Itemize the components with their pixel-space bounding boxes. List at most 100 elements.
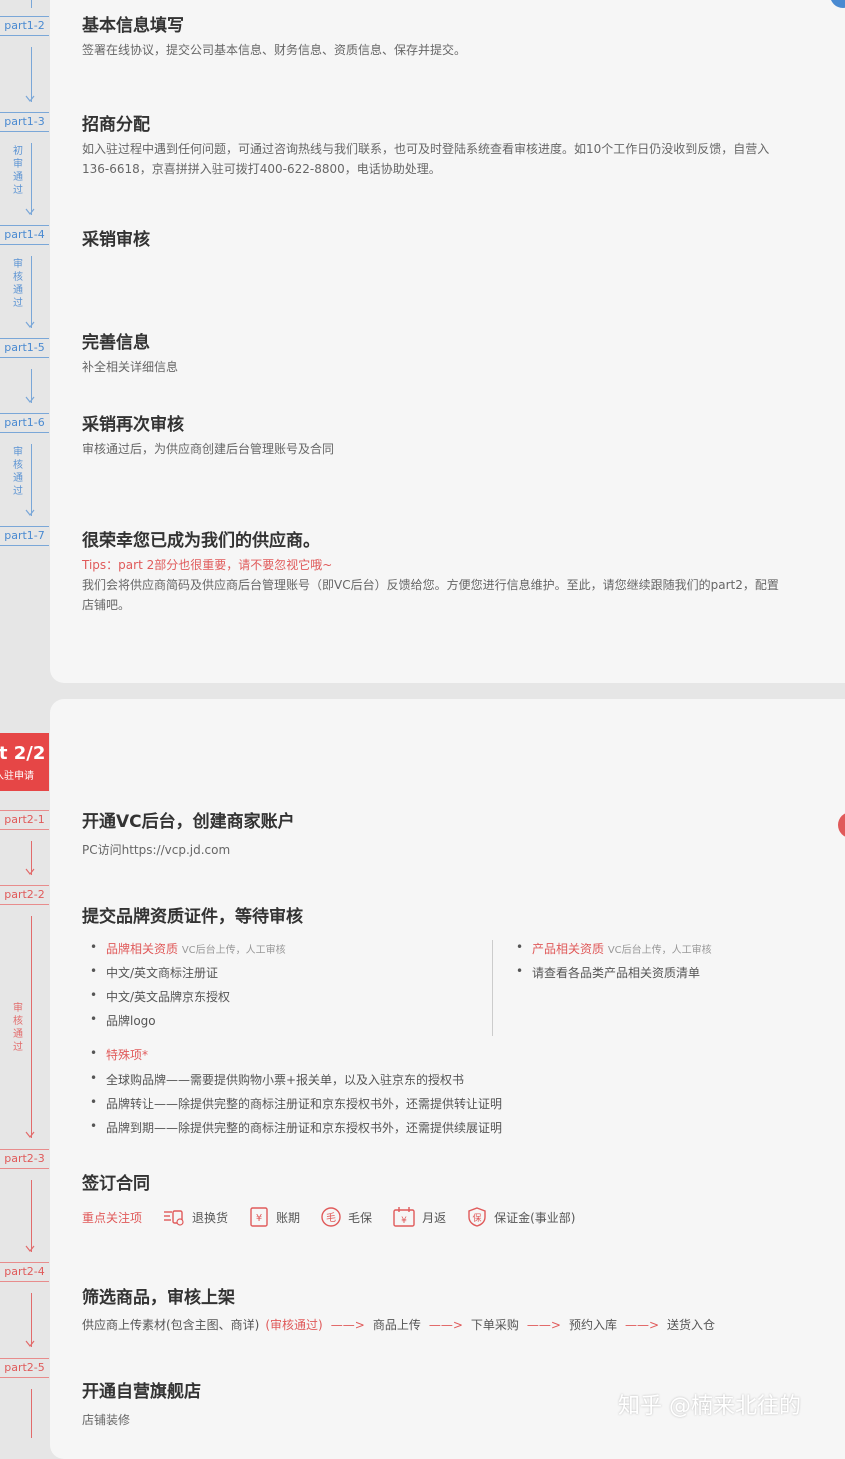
- section-title: 采销审核: [82, 230, 150, 250]
- section-title: 采销再次审核: [82, 415, 184, 435]
- section-desc: 店铺吧。: [82, 598, 131, 612]
- section-title: 基本信息填写: [82, 16, 184, 36]
- connector-text: 审核通过: [13, 447, 23, 497]
- down-arrow-icon: [25, 868, 35, 875]
- part2-badge[interactable]: rt 2/2 入驻申请: [0, 733, 49, 791]
- flow-step: 预约入库: [568, 1318, 617, 1332]
- svg-text:¥: ¥: [401, 1216, 407, 1226]
- connector: 初审通过: [0, 143, 49, 215]
- flow-start: 供应商上传素材(包含主图、商详): [82, 1318, 260, 1332]
- flow-step: 送货入仓: [667, 1318, 716, 1332]
- part-label: part2-1: [0, 810, 49, 830]
- list-item: 产品相关资质 VC后台上传，人工审核: [516, 940, 712, 957]
- focus-label: 重点关注项: [82, 1210, 143, 1225]
- list-item-text: 全球购品牌——需要提供购物小票+报关单，以及入驻京东的授权书: [106, 1073, 465, 1087]
- contract-item-label: 退换货: [192, 1210, 229, 1225]
- flow-step: 下单采购: [470, 1318, 519, 1332]
- section-desc: PC访问https://vcp.jd.com: [82, 843, 231, 857]
- connector-text: 审核通过: [13, 1003, 23, 1053]
- down-arrow-icon: [25, 1340, 35, 1347]
- part-label: part1-4: [0, 225, 49, 245]
- return-goods-icon: [164, 1210, 184, 1226]
- list-item: 全球购品牌——需要提供购物小票+报关单，以及入驻京东的授权书: [90, 1071, 465, 1088]
- list-item: 品牌logo: [90, 1012, 156, 1029]
- list-item: 中文/英文商标注册证: [90, 964, 219, 981]
- down-arrow-icon: [25, 95, 35, 102]
- special-head: 特殊项*: [106, 1048, 149, 1062]
- connector: [0, 1180, 49, 1252]
- connector: [0, 1389, 49, 1438]
- svg-text:保: 保: [473, 1212, 482, 1224]
- contract-item-label: 账期: [276, 1210, 301, 1225]
- down-arrow-icon: [25, 208, 35, 215]
- part-label: part1-3: [0, 112, 49, 132]
- section-title: 筛选商品，审核上架: [82, 1288, 235, 1308]
- connector: [0, 841, 49, 875]
- section-desc: 如入驻过程中遇到任何问题，可通过咨询热线与我们联系，也可及时登陆系统查看审核进度…: [82, 142, 770, 156]
- section-desc: 审核通过后，为供应商创建后台管理账号及合同: [82, 442, 335, 456]
- contract-item-period: ¥ 账期: [248, 1206, 300, 1228]
- list-item: 品牌到期——除提供完整的商标注册证和京东授权书外，还需提供续展证明: [90, 1119, 503, 1136]
- connector-text: 初审通过: [13, 146, 23, 196]
- section-title: 开通自营旗舰店: [82, 1382, 201, 1402]
- list-item: 特殊项*: [90, 1046, 149, 1063]
- section-desc: 我们会将供应商简码及供应商后台管理账号（即VC后台）反馈给您。方便您进行信息维护…: [82, 578, 779, 592]
- connector: [0, 47, 49, 102]
- section-desc: 补全相关详细信息: [82, 360, 179, 374]
- product-qual-note: VC后台上传，人工审核: [607, 945, 712, 956]
- connector: 审核通过: [0, 444, 49, 516]
- contract-item-deposit: 保 保证金(事业部): [466, 1206, 575, 1228]
- section-desc: 签署在线协议，提交公司基本信息、财务信息、资质信息、保存并提交。: [82, 43, 467, 57]
- part-label: part1-6: [0, 413, 49, 433]
- flow-pass: (审核通过): [265, 1318, 323, 1332]
- contract-item-label: 毛保: [348, 1210, 373, 1225]
- part-label: part2-4: [0, 1262, 49, 1282]
- section-title: 提交品牌资质证件，等待审核: [82, 907, 303, 927]
- brand-qual-head: 品牌相关资质: [106, 942, 179, 956]
- connector-top: [0, 0, 49, 8]
- connector-text: 审核通过: [13, 259, 23, 309]
- tips-text: Tips：part 2部分也很重要，请不要忽视它哦~: [82, 558, 333, 572]
- calendar-icon: ¥: [393, 1207, 415, 1227]
- connector: [0, 369, 49, 403]
- contract-item-margin: 毛 毛保: [320, 1206, 372, 1228]
- down-arrow-icon: [25, 321, 35, 328]
- section-title: 完善信息: [82, 333, 150, 353]
- list-item-text: 品牌logo: [106, 1014, 156, 1028]
- section-desc: 136-6618，京喜拼拼入驻可拨打400-622-8800，电话协助处理。: [82, 162, 441, 176]
- list-item-text: 品牌到期——除提供完整的商标注册证和京东授权书外，还需提供续展证明: [106, 1121, 503, 1135]
- contract-focus-row: 重点关注项 退换货 ¥ 账期 毛 毛保 ¥ 月返 保 保证金(事业部): [82, 1206, 595, 1228]
- list-item: 品牌相关资质 VC后台上传，人工审核: [90, 940, 286, 957]
- down-arrow-icon: [25, 1131, 35, 1138]
- section-title: 开通VC后台，创建商家账户: [82, 812, 295, 832]
- list-item: 请查看各品类产品相关资质清单: [516, 964, 700, 981]
- flow-arrow-icon: ——>: [428, 1317, 463, 1332]
- part-label: part2-3: [0, 1149, 49, 1169]
- list-item: 中文/英文品牌京东授权: [90, 988, 230, 1005]
- product-qual-head: 产品相关资质: [532, 942, 605, 956]
- list-item-text: 品牌转让——除提供完整的商标注册证和京东授权书外，还需提供转让证明: [106, 1097, 503, 1111]
- svg-text:¥: ¥: [256, 1213, 262, 1224]
- contract-item-return: 退换货: [162, 1207, 228, 1227]
- svg-text:毛: 毛: [326, 1212, 336, 1224]
- connector: 审核通过: [0, 256, 49, 328]
- contract-item-label: 月返: [422, 1210, 447, 1225]
- watermark: 知乎 @楠来北往的: [618, 1394, 801, 1419]
- part2-badge-title: rt 2/2: [0, 743, 46, 764]
- connector: [0, 1293, 49, 1347]
- part2-badge-subtitle: 入驻申请: [0, 771, 34, 782]
- flow-arrow-icon: ——>: [330, 1317, 365, 1332]
- contract-item-monthly: ¥ 月返: [392, 1206, 446, 1228]
- flow-arrow-icon: ——>: [624, 1317, 660, 1332]
- list-item-text: 中文/英文商标注册证: [106, 966, 219, 980]
- list-item: 品牌转让——除提供完整的商标注册证和京东授权书外，还需提供转让证明: [90, 1095, 503, 1112]
- section-title: 签订合同: [82, 1174, 150, 1194]
- down-arrow-icon: [25, 396, 35, 403]
- part-label: part1-5: [0, 338, 49, 358]
- down-arrow-icon: [25, 509, 35, 516]
- column-divider: [492, 940, 493, 1036]
- part-label: part1-2: [0, 16, 49, 36]
- brand-qual-note: VC后台上传，人工审核: [181, 945, 286, 956]
- contract-item-label: 保证金(事业部): [494, 1210, 576, 1225]
- shield-icon: 保: [468, 1207, 486, 1227]
